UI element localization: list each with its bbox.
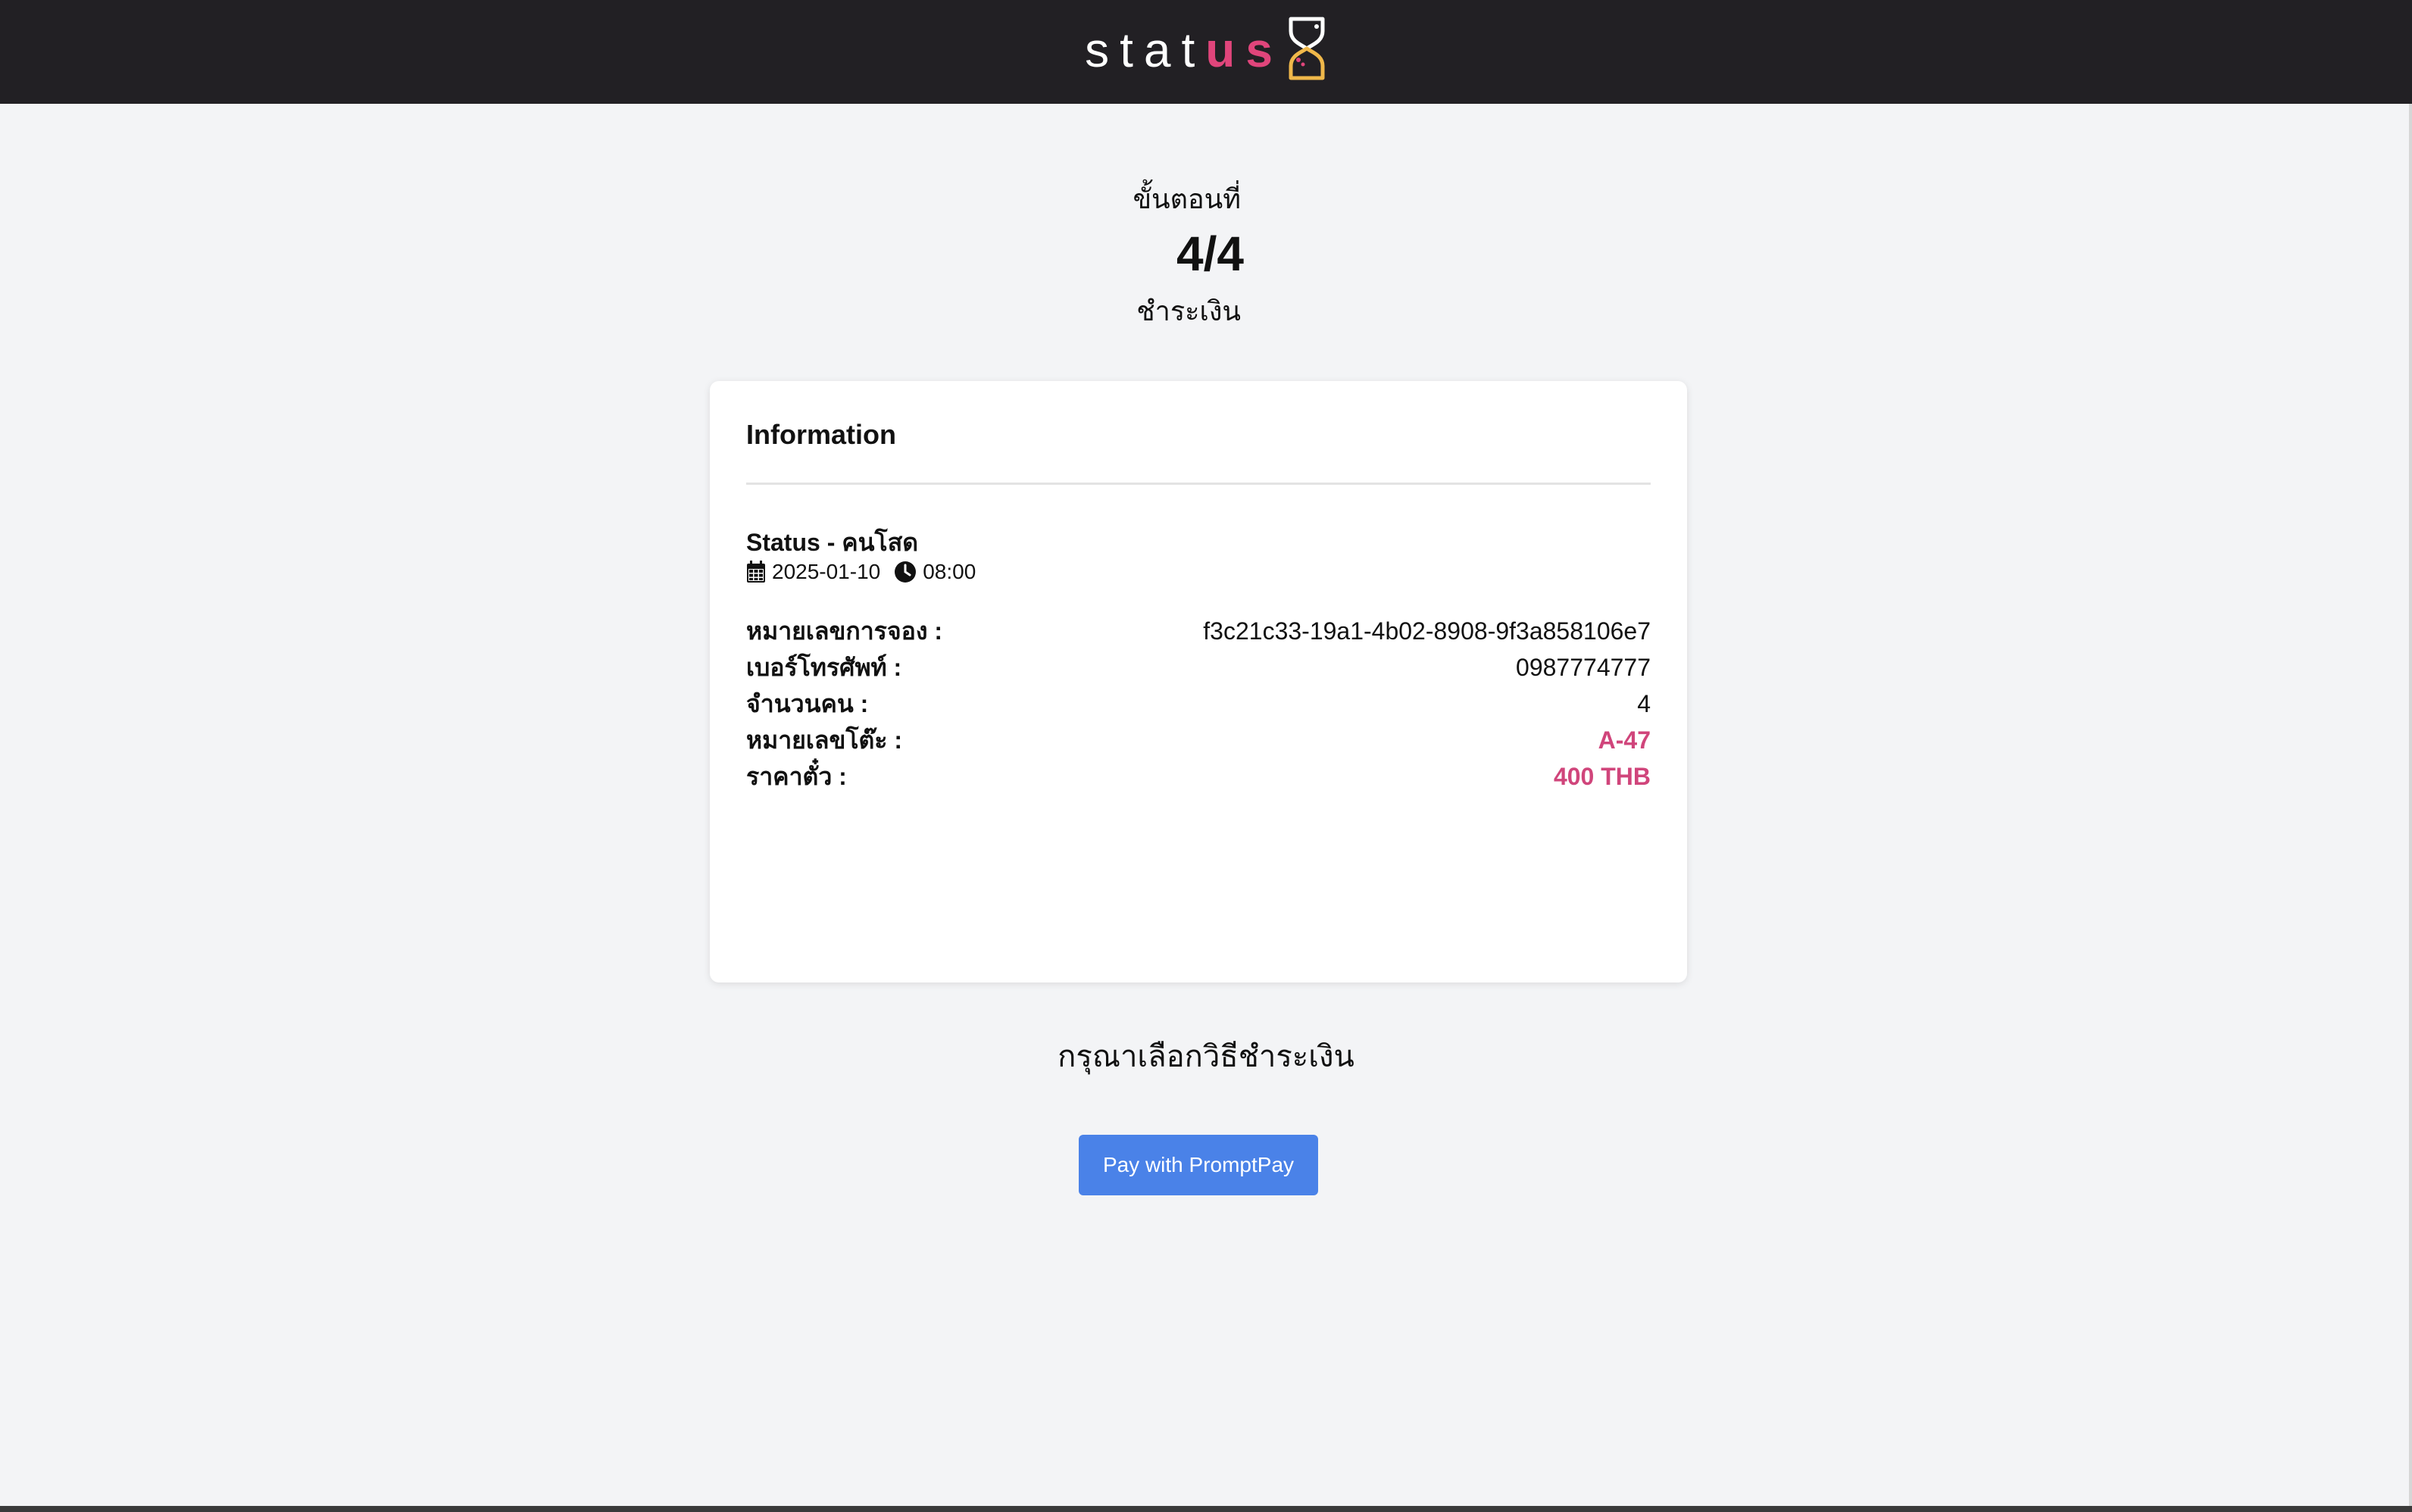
detail-label: หมายเลขโต๊ะ : [746,726,903,754]
logo-wordmark: status [1085,26,1283,74]
phone-value: 0987774777 [1516,653,1651,681]
hourglass-icon [1286,16,1327,85]
step-indicator: ขั้นตอนที่ 4/4 ชำระเงิน [979,167,1282,341]
step-label: ขั้นตอนที่ [1133,183,1241,214]
event-time: 08:00 [923,560,976,583]
logo-text-plain: stat [1085,22,1206,77]
detail-label: หมายเลขการจอง : [746,617,942,645]
event-title: Status - คนโสด [746,529,919,556]
card-title: Information [746,419,896,450]
window-edge [2409,104,2412,1512]
detail-label: ราคาตั๋ว : [746,762,847,790]
top-bar: status [0,0,2412,104]
table-number-value: A-47 [1598,726,1651,754]
detail-row-table-number: หมายเลขโต๊ะ : A-47 [746,723,1651,757]
event-date: 2025-01-10 [772,560,881,583]
information-card: Information Status - คนโสด 2025-01-10 08… [710,381,1687,982]
people-count-value: 4 [1637,689,1651,717]
logo[interactable]: status [1085,0,1327,104]
ticket-price-value: 400 THB [1553,762,1651,790]
detail-row-phone: เบอร์โทรศัพท์ : 0987774777 [746,651,1651,684]
calendar-icon [746,561,766,583]
window-bottom-edge [0,1506,2412,1512]
logo-text-accent: us [1205,22,1283,77]
payment-method-prompt: กรุณาเลือกวิธีชำระเงิน [1058,1040,1354,1073]
detail-row-booking-id: หมายเลขการจอง : f3c21c33-19a1-4b02-8908-… [746,614,1651,648]
step-count: 4/4 [1176,226,1244,281]
event-datetime: 2025-01-10 08:00 [746,560,976,584]
detail-row-ticket-price: ราคาตั๋ว : 400 THB [746,760,1651,793]
booking-id-value: f3c21c33-19a1-4b02-8908-9f3a858106e7 [1203,617,1651,645]
detail-label: จำนวนคน : [746,689,869,717]
clock-icon [894,561,917,583]
step-name: ชำระเงิน [1136,295,1241,326]
detail-label: เบอร์โทรศัพท์ : [746,653,902,681]
detail-row-people-count: จำนวนคน : 4 [746,687,1651,720]
pay-with-promptpay-button[interactable]: Pay with PromptPay [1079,1135,1318,1195]
card-divider [746,483,1651,485]
